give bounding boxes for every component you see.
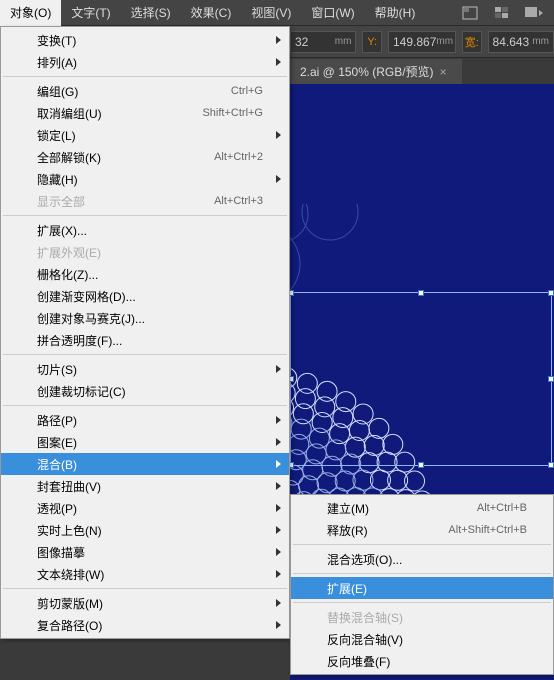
menu-item[interactable]: 变换(T) xyxy=(1,29,289,51)
menubar: 对象(O) 文字(T) 选择(S) 效果(C) 视图(V) 窗口(W) 帮助(H… xyxy=(0,0,554,26)
menu-window[interactable]: 窗口(W) xyxy=(301,0,364,26)
handle-ml[interactable] xyxy=(290,376,294,382)
menu-item[interactable]: 隐藏(H) xyxy=(1,168,289,190)
menu-item[interactable]: 显示全部Alt+Ctrl+3 xyxy=(1,190,289,212)
handle-mr[interactable] xyxy=(548,376,554,382)
menu-item[interactable]: 释放(R)Alt+Shift+Ctrl+B xyxy=(291,519,553,541)
menu-item[interactable]: 创建渐变网格(D)... xyxy=(1,285,289,307)
w-label: 宽: xyxy=(462,31,482,53)
w-field[interactable]: 84.643mm xyxy=(488,31,554,53)
handle-tc[interactable] xyxy=(418,290,424,296)
x-field[interactable]: 32mm xyxy=(290,31,356,53)
menu-type[interactable]: 文字(T) xyxy=(61,0,120,26)
tab-title: 2.ai @ 150% (RGB/预览) xyxy=(300,63,434,80)
handle-bc[interactable] xyxy=(418,462,424,468)
menu-item[interactable]: 混合选项(O)... xyxy=(291,548,553,570)
screen-icon[interactable] xyxy=(522,3,546,23)
menu-item[interactable]: 图像描摹 xyxy=(1,541,289,563)
menu-item[interactable]: 创建裁切标记(C) xyxy=(1,380,289,402)
menu-item[interactable]: 建立(M)Alt+Ctrl+B xyxy=(291,497,553,519)
menu-item[interactable]: 取消编组(U)Shift+Ctrl+G xyxy=(1,102,289,124)
menu-item[interactable]: 文本绕排(W) xyxy=(1,563,289,585)
y-label: Y: xyxy=(362,31,382,53)
handle-br[interactable] xyxy=(548,462,554,468)
menu-help[interactable]: 帮助(H) xyxy=(365,0,426,26)
menu-item[interactable]: 扩展(E) xyxy=(291,577,553,599)
menu-item[interactable]: 反向混合轴(V) xyxy=(291,628,553,650)
menubar-tools xyxy=(458,3,554,23)
blend-submenu: 建立(M)Alt+Ctrl+B释放(R)Alt+Shift+Ctrl+B 混合选项… xyxy=(290,494,554,675)
menu-item[interactable]: 扩展(X)... xyxy=(1,219,289,241)
menu-item[interactable]: 替换混合轴(S) xyxy=(291,606,553,628)
document-tab[interactable]: 2.ai @ 150% (RGB/预览) × xyxy=(290,59,462,84)
menu-item[interactable]: 剪切蒙版(M) xyxy=(1,592,289,614)
menu-item[interactable]: 透视(P) xyxy=(1,497,289,519)
menu-effect[interactable]: 效果(C) xyxy=(181,0,242,26)
close-icon[interactable]: × xyxy=(440,65,452,77)
menu-item[interactable]: 拼合透明度(F)... xyxy=(1,329,289,351)
menu-item[interactable]: 复合路径(O) xyxy=(1,614,289,636)
handle-tr[interactable] xyxy=(548,290,554,296)
menu-item[interactable]: 反向堆叠(F) xyxy=(291,650,553,672)
menu-item[interactable]: 栅格化(Z)... xyxy=(1,263,289,285)
menu-select[interactable]: 选择(S) xyxy=(121,0,181,26)
menu-item[interactable]: 创建对象马赛克(J)... xyxy=(1,307,289,329)
menu-item[interactable]: 图案(E) xyxy=(1,431,289,453)
menu-item[interactable]: 切片(S) xyxy=(1,358,289,380)
menu-item[interactable]: 全部解锁(K)Alt+Ctrl+2 xyxy=(1,146,289,168)
grid-icon[interactable] xyxy=(490,3,514,23)
menu-object[interactable]: 对象(O) xyxy=(0,0,61,26)
menu-item[interactable]: 实时上色(N) xyxy=(1,519,289,541)
selection-bbox xyxy=(290,292,552,466)
handle-tl[interactable] xyxy=(290,290,294,296)
doc-icon[interactable] xyxy=(458,3,482,23)
menu-item[interactable]: 封套扭曲(V) xyxy=(1,475,289,497)
menu-view[interactable]: 视图(V) xyxy=(241,0,301,26)
handle-bl[interactable] xyxy=(290,462,294,468)
menu-item[interactable]: 编组(G)Ctrl+G xyxy=(1,80,289,102)
menu-item[interactable]: 扩展外观(E) xyxy=(1,241,289,263)
menu-item[interactable]: 锁定(L) xyxy=(1,124,289,146)
menu-item[interactable]: 混合(B) xyxy=(1,453,289,475)
object-menu: 变换(T)排列(A) 编组(G)Ctrl+G取消编组(U)Shift+Ctrl+G… xyxy=(0,26,290,639)
menu-item[interactable]: 路径(P) xyxy=(1,409,289,431)
menu-item[interactable]: 排列(A) xyxy=(1,51,289,73)
y-field[interactable]: 149.867mm xyxy=(388,31,456,53)
